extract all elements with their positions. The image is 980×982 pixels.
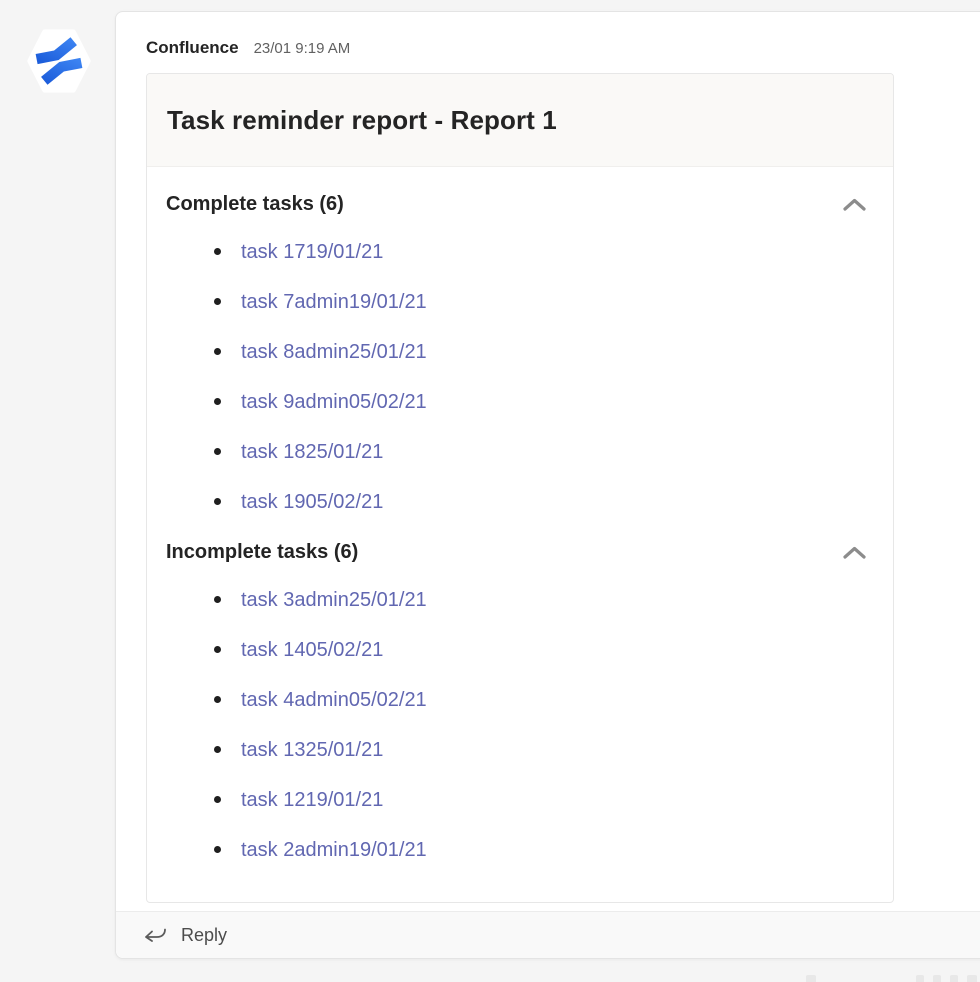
task-link[interactable]: task 2admin19/01/21 [241, 839, 427, 862]
collapse-incomplete-button[interactable] [838, 541, 871, 564]
confluence-avatar[interactable] [27, 29, 91, 93]
section-heading: Incomplete tasks (6) [166, 541, 358, 564]
task-link[interactable]: task 1405/02/21 [241, 639, 383, 662]
task-list-item: task 1219/01/21 [166, 775, 873, 825]
task-link[interactable]: task 1825/01/21 [241, 441, 383, 464]
clipped-content-below [967, 975, 977, 982]
task-link[interactable]: task 7admin19/01/21 [241, 291, 427, 314]
sender-name[interactable]: Confluence [146, 38, 239, 58]
collapse-complete-button[interactable] [838, 193, 871, 216]
task-list-item: task 7admin19/01/21 [166, 277, 873, 327]
reply-label: Reply [181, 925, 227, 946]
reply-bar[interactable]: Reply [116, 911, 980, 958]
clipped-content-below [950, 975, 958, 982]
message-header: Confluence 23/01 9:19 AM [146, 38, 350, 58]
chevron-up-icon [842, 197, 867, 212]
task-list-item: task 1405/02/21 [166, 625, 873, 675]
task-link[interactable]: task 4admin05/02/21 [241, 689, 427, 712]
confluence-logo-icon [27, 29, 91, 93]
task-link[interactable]: task 1219/01/21 [241, 789, 383, 812]
task-list-item: task 1905/02/21 [166, 477, 873, 527]
section-header-complete: Complete tasks (6) [166, 189, 873, 219]
task-list-item: task 1325/01/21 [166, 725, 873, 775]
task-list-item: task 1719/01/21 [166, 227, 873, 277]
chevron-up-icon [842, 545, 867, 560]
clipped-content-below [916, 975, 924, 982]
task-list-item: task 2admin19/01/21 [166, 825, 873, 875]
incomplete-task-list: task 3admin25/01/21 task 1405/02/21 task… [166, 575, 873, 875]
section-heading: Complete tasks (6) [166, 193, 344, 216]
task-link[interactable]: task 3admin25/01/21 [241, 589, 427, 612]
task-link[interactable]: task 9admin05/02/21 [241, 391, 427, 414]
task-list-item: task 3admin25/01/21 [166, 575, 873, 625]
task-list-item: task 8admin25/01/21 [166, 327, 873, 377]
task-list-item: task 4admin05/02/21 [166, 675, 873, 725]
task-report-card: Task reminder report - Report 1 Complete… [146, 73, 894, 903]
card-title-band: Task reminder report - Report 1 [147, 74, 893, 167]
reply-arrow-icon [142, 924, 168, 946]
task-link[interactable]: task 1325/01/21 [241, 739, 383, 762]
complete-task-list: task 1719/01/21 task 7admin19/01/21 task… [166, 227, 873, 527]
task-link[interactable]: task 1719/01/21 [241, 241, 383, 264]
card-title: Task reminder report - Report 1 [167, 105, 557, 136]
section-header-incomplete: Incomplete tasks (6) [166, 537, 873, 567]
message-timestamp: 23/01 9:19 AM [254, 40, 351, 57]
clipped-content-below [933, 975, 941, 982]
task-list-item: task 1825/01/21 [166, 427, 873, 477]
task-link[interactable]: task 8admin25/01/21 [241, 341, 427, 364]
task-link[interactable]: task 1905/02/21 [241, 491, 383, 514]
message-bubble: Confluence 23/01 9:19 AM Task reminder r… [115, 11, 980, 959]
clipped-content-below [806, 975, 816, 982]
card-body: Complete tasks (6) task 1719/01/21 task … [147, 167, 893, 875]
task-list-item: task 9admin05/02/21 [166, 377, 873, 427]
